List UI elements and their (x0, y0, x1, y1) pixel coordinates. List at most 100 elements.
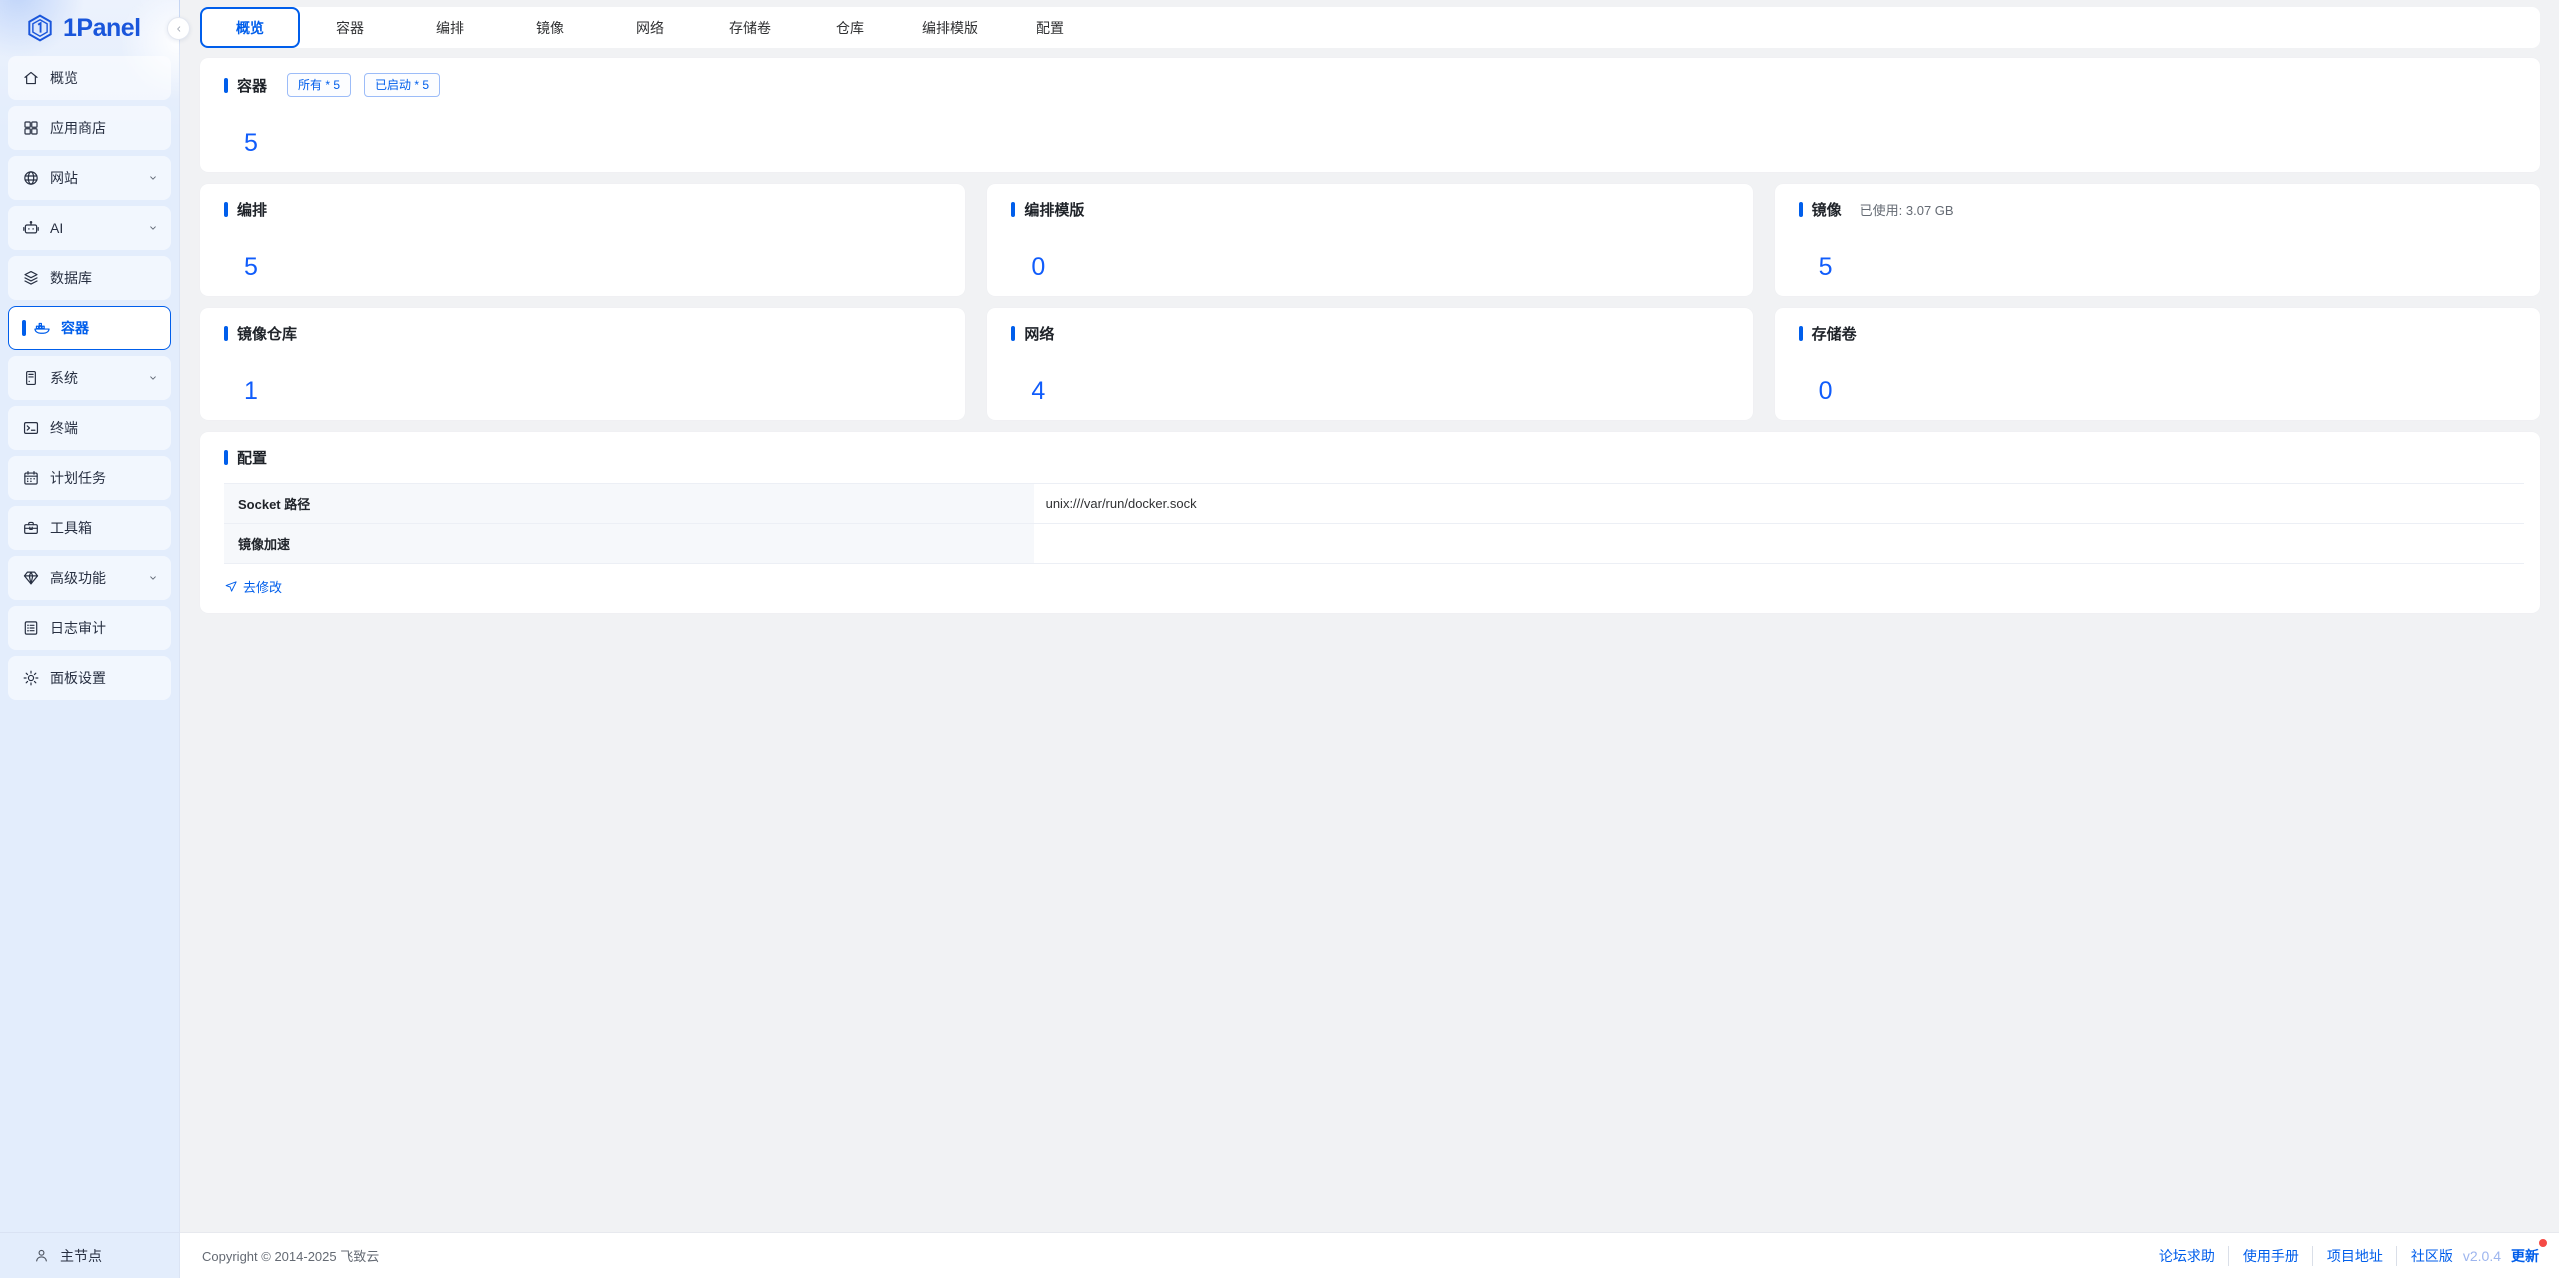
update-link[interactable]: 更新 (2511, 1246, 2539, 1266)
config-row-value (1034, 524, 2524, 563)
compose-template-card-title: 编排模版 (1024, 199, 1084, 220)
sidebar-item[interactable]: 计划任务 (8, 456, 171, 500)
sidebar-item[interactable]: 高级功能 (8, 556, 171, 600)
sidebar-item[interactable]: AI (8, 206, 171, 250)
docker-whale-icon (33, 319, 51, 337)
config-table-row: 镜像加速 (224, 524, 2524, 564)
footer-link[interactable]: 使用手册 (2228, 1246, 2299, 1266)
tab[interactable]: 概览 (200, 7, 300, 48)
config-card: 配置 Socket 路径 unix:///var/run/docker.sock… (200, 432, 2540, 613)
containers-count: 5 (244, 131, 2524, 156)
container-filter-badge[interactable]: 已启动 * 5 (364, 73, 440, 97)
title-accent-bar (1799, 202, 1803, 217)
stats-row-containers: 容器 所有 * 5 已启动 * 5 5 (200, 58, 2540, 172)
main-area: 概览 容器 编排 镜像 网络 存储卷 (180, 0, 2559, 1278)
toolbox-icon (22, 519, 40, 537)
sidebar-item-label: 工具箱 (50, 518, 146, 538)
tab-label: 容器 (336, 18, 364, 38)
page-footer: Copyright © 2014-2025 飞致云 论坛求助 使用手册 项目地址… (180, 1232, 2559, 1278)
footer-link[interactable]: 项目地址 (2312, 1246, 2383, 1266)
config-row-value: unix:///var/run/docker.sock (1034, 484, 2524, 523)
app-title: 1Panel (63, 14, 141, 43)
copyright-text: Copyright © 2014-2025 飞致云 (202, 1246, 379, 1265)
sidebar-item[interactable]: 日志审计 (8, 606, 171, 650)
footer-links: 论坛求助 使用手册 项目地址 社区版 v2.0.4 更新 (2159, 1246, 2539, 1266)
sidebar-item-label: 计划任务 (50, 468, 146, 488)
volume-card-title: 存储卷 (1812, 323, 1857, 344)
sidebar-item[interactable]: 容器 (8, 306, 171, 350)
sidebar-collapse-button[interactable] (167, 17, 190, 40)
image-card-title: 镜像 (1812, 199, 1842, 220)
tab-label: 编排模版 (922, 18, 978, 38)
compose-template-count: 0 (1031, 255, 1736, 280)
chevron-down-icon (146, 221, 160, 235)
tab[interactable]: 配置 (1000, 7, 1100, 48)
stats-row-a: 编排 5 编排模版 0 镜像 已使用: 3.07 GB 5 (200, 184, 2540, 296)
sidebar: 1Panel 概览 应用商店 网站 (0, 0, 180, 1278)
tab[interactable]: 容器 (300, 7, 400, 48)
config-card-title: 配置 (237, 447, 267, 468)
sidebar-item[interactable]: 数据库 (8, 256, 171, 300)
sidebar-item[interactable]: 面板设置 (8, 656, 171, 700)
sidebar-item[interactable]: 概览 (8, 56, 171, 100)
terminal-icon (22, 419, 40, 437)
gem-icon (22, 569, 40, 587)
app-logo[interactable]: 1Panel (0, 0, 179, 56)
title-accent-bar (1011, 326, 1015, 341)
sidebar-item-label: 数据库 (50, 268, 146, 288)
tab-label: 仓库 (836, 18, 864, 38)
tab[interactable]: 编排 (400, 7, 500, 48)
sidebar-item[interactable]: 网站 (8, 156, 171, 200)
tab[interactable]: 网络 (600, 7, 700, 48)
tab[interactable]: 仓库 (800, 7, 900, 48)
tab[interactable]: 存储卷 (700, 7, 800, 48)
compose-count: 5 (244, 255, 949, 280)
image-card: 镜像 已使用: 3.07 GB 5 (1775, 184, 2540, 296)
app-store-icon (22, 119, 40, 137)
tab-label: 存储卷 (729, 18, 771, 38)
tab[interactable]: 编排模版 (900, 7, 1000, 48)
chevron-down-icon (146, 571, 160, 585)
container-filter-badges: 所有 * 5 已启动 * 5 (287, 73, 440, 97)
volume-card: 存储卷 0 (1775, 308, 2540, 420)
tab-label: 概览 (236, 18, 264, 38)
sidebar-item[interactable]: 终端 (8, 406, 171, 450)
chevron-down-icon (146, 371, 160, 385)
sidebar-item-label: 容器 (61, 318, 146, 338)
footer-link-list: 论坛求助 使用手册 项目地址 社区版 (2159, 1246, 2453, 1266)
tab-label: 镜像 (536, 18, 564, 38)
containers-card-title: 容器 (237, 75, 267, 96)
go-modify-label: 去修改 (243, 577, 282, 596)
image-used-size: 已使用: 3.07 GB (1860, 200, 1954, 219)
tab-label: 编排 (436, 18, 464, 38)
database-icon (22, 269, 40, 287)
sidebar-item[interactable]: 系统 (8, 356, 171, 400)
sidebar-item-label: 终端 (50, 418, 146, 438)
sidebar-item[interactable]: 应用商店 (8, 106, 171, 150)
container-filter-badge[interactable]: 所有 * 5 (287, 73, 351, 97)
sidebar-item-label: 日志审计 (50, 618, 146, 638)
sidebar-item-label: AI (50, 220, 146, 236)
go-modify-link[interactable]: 去修改 (224, 577, 282, 596)
config-table: Socket 路径 unix:///var/run/docker.sock 镜像… (224, 483, 2524, 564)
sidebar-item[interactable]: 工具箱 (8, 506, 171, 550)
title-accent-bar (224, 450, 228, 465)
network-card: 网络 4 (987, 308, 1752, 420)
image-count: 5 (1819, 255, 2524, 280)
tab[interactable]: 镜像 (500, 7, 600, 48)
compose-template-card: 编排模版 0 (987, 184, 1752, 296)
title-accent-bar (224, 78, 228, 93)
1panel-logo-icon (25, 13, 55, 43)
node-selector[interactable]: 主节点 (0, 1232, 179, 1278)
server-icon (22, 369, 40, 387)
network-card-title: 网络 (1024, 323, 1054, 344)
sidebar-item-label: 面板设置 (50, 668, 146, 688)
node-label: 主节点 (60, 1246, 102, 1266)
send-icon (224, 580, 238, 594)
version-label: v2.0.4 (2463, 1248, 2501, 1264)
sidebar-item-label: 网站 (50, 168, 146, 188)
footer-link[interactable]: 论坛求助 (2159, 1246, 2215, 1266)
config-table-row: Socket 路径 unix:///var/run/docker.sock (224, 484, 2524, 524)
stats-row-b: 镜像仓库 1 网络 4 存储卷 0 (200, 308, 2540, 420)
footer-link[interactable]: 社区版 (2396, 1246, 2453, 1266)
